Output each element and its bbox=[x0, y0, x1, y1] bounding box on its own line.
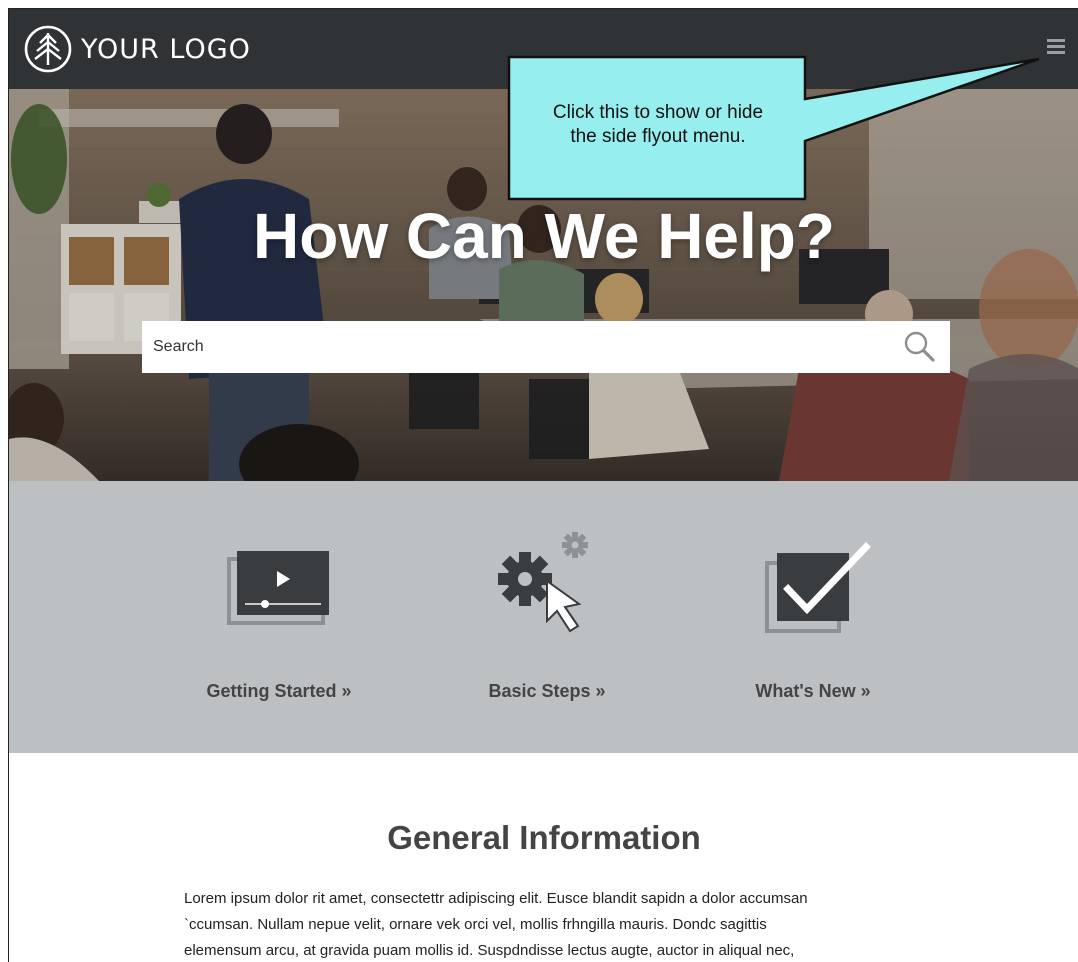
tile-whats-new[interactable]: What's New » bbox=[713, 531, 913, 711]
paragraph-line: Lorem ipsum dolor rit amet, consectettr … bbox=[184, 890, 808, 907]
tile-label-whats-new: What's New » bbox=[755, 681, 871, 701]
tree-logo-icon bbox=[24, 25, 72, 73]
top-navigation-bar: YOUR LOGO bbox=[9, 9, 1078, 89]
tile-getting-started[interactable]: Getting Started » bbox=[179, 531, 379, 711]
search-icon[interactable] bbox=[902, 329, 938, 365]
video-player-icon bbox=[227, 551, 329, 625]
general-information-paragraph: Lorem ipsum dolor rit amet, consectettr … bbox=[184, 886, 924, 962]
checkmark-box-icon bbox=[765, 542, 871, 633]
section-title-general-information: General Information bbox=[387, 819, 701, 856]
search-input[interactable] bbox=[142, 321, 893, 373]
hero-banner: How Can We Help? bbox=[9, 89, 1078, 481]
hero-title: How Can We Help? bbox=[253, 200, 835, 272]
paragraph-line: elemensum arcu, at gravida puam mollis i… bbox=[184, 942, 795, 959]
gear-cursor-icon bbox=[498, 532, 588, 633]
tile-label-getting-started: Getting Started » bbox=[206, 681, 352, 701]
office-background-image bbox=[9, 89, 1078, 481]
paragraph-line: `ccumsan. Nullam nepue velit, ornare vek… bbox=[184, 916, 767, 933]
hamburger-menu-icon[interactable] bbox=[1047, 39, 1065, 55]
tile-label-basic-steps: Basic Steps » bbox=[488, 681, 606, 701]
logo-text: YOUR LOGO bbox=[81, 33, 251, 65]
quick-links-band: Getting Started » Basic Steps » What's N… bbox=[9, 481, 1078, 753]
page-frame: YOUR LOGO How Can We Help? Search Click … bbox=[8, 8, 1078, 962]
site-logo[interactable]: YOUR LOGO bbox=[23, 24, 251, 74]
search-bar bbox=[142, 321, 950, 373]
tile-basic-steps[interactable]: Basic Steps » bbox=[447, 531, 647, 711]
